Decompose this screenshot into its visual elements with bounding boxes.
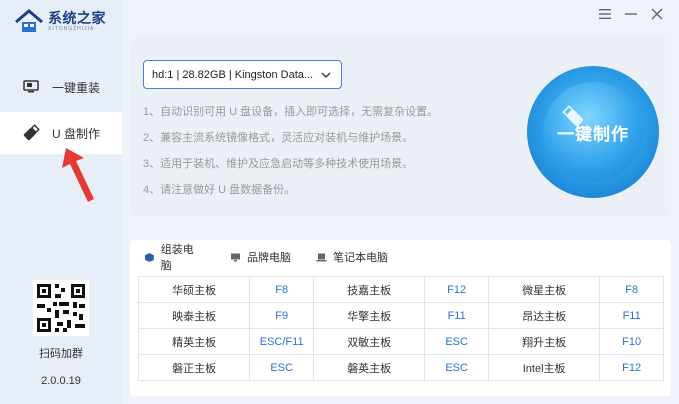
sidebar-item-label: U 盘制作 bbox=[52, 126, 101, 141]
brand-cell: 映泰主板 bbox=[137, 302, 251, 329]
sidebar-item-reinstall[interactable]: 一键重装 bbox=[0, 66, 122, 108]
menu-button[interactable] bbox=[596, 5, 614, 23]
app-version: 2.0.0.19 bbox=[41, 375, 81, 387]
brand-cell: 昂达主板 bbox=[487, 302, 601, 329]
device-select-value: hd:1 | 28.82GB | Kingston Data... bbox=[152, 68, 314, 81]
annotation-arrow-icon bbox=[62, 148, 94, 202]
tip-line: 2、兼容主流系统镜像格式，灵活应对装机与维护场景。 bbox=[143, 132, 414, 144]
brand-cell: 磐英主板 bbox=[313, 354, 426, 381]
minimize-icon bbox=[625, 13, 637, 15]
table-row: 映泰主板 F9 华擎主板 F11 昂达主板 F11 bbox=[137, 302, 664, 329]
minimize-button[interactable] bbox=[622, 5, 640, 23]
brand-cell: 微星主板 bbox=[487, 276, 601, 303]
sidebar-item-label: 一键重装 bbox=[52, 80, 101, 95]
tip-line: 4、请注意做好 U 盘数据备份。 bbox=[143, 184, 296, 196]
one-click-make-face: 一键制作 bbox=[543, 82, 643, 182]
key-cell: ESC bbox=[249, 354, 315, 381]
monitor-icon bbox=[23, 80, 39, 93]
key-cell: F12 bbox=[599, 354, 664, 381]
key-cell: F9 bbox=[249, 302, 315, 329]
table-row: 华硕主板 F8 技嘉主板 F12 微星主板 F8 bbox=[137, 276, 664, 303]
tip-line: 1、自动识别可用 U 盘设备，插入即可选择，无需复杂设置。 bbox=[143, 106, 439, 118]
table-row: 磐正主板 ESC 磐英主板 ESC Intel主板 F12 bbox=[137, 354, 664, 381]
hamburger-menu-icon bbox=[599, 9, 611, 19]
one-click-make-button[interactable]: 一键制作 bbox=[527, 66, 659, 198]
tab-laptop[interactable]: 笔记本电脑 bbox=[306, 244, 398, 270]
usb-device-select[interactable]: hd:1 | 28.82GB | Kingston Data... bbox=[143, 60, 342, 89]
brand-cell: 技嘉主板 bbox=[313, 276, 426, 303]
app-logo: 系统之家 XITONGZHIJIA bbox=[14, 6, 114, 36]
key-cell: F10 bbox=[599, 328, 664, 355]
brand-cell: Intel主板 bbox=[487, 354, 601, 381]
key-cell: F11 bbox=[599, 302, 664, 329]
brand-cell: 华硕主板 bbox=[137, 276, 251, 303]
tab-label: 组装电脑 bbox=[160, 244, 194, 272]
key-cell: F12 bbox=[424, 276, 489, 303]
tab-brand-pc[interactable]: 品牌电脑 bbox=[220, 244, 301, 270]
brand-cell: 双敏主板 bbox=[313, 328, 426, 355]
app-subtitle: XITONGZHIJIA bbox=[48, 25, 95, 32]
key-cell: ESC bbox=[424, 328, 489, 355]
table-row: 精英主板 ESC/F11 双敏主板 ESC 翔升主板 F10 bbox=[137, 328, 664, 355]
key-cell: F8 bbox=[599, 276, 664, 303]
usb-stick-icon bbox=[562, 105, 584, 127]
brand-cell: 华擎主板 bbox=[313, 302, 426, 329]
laptop-icon bbox=[316, 253, 327, 261]
brand-cell: 精英主板 bbox=[137, 328, 251, 355]
sidebar: 系统之家 XITONGZHIJIA 一键重装 U 盘制作 扫码加群 2.0.0.… bbox=[0, 0, 122, 404]
cube-icon bbox=[144, 252, 154, 262]
tab-label: 品牌电脑 bbox=[247, 252, 291, 264]
key-cell: F8 bbox=[249, 276, 315, 303]
app-title: 系统之家 bbox=[48, 9, 106, 26]
tab-label: 笔记本电脑 bbox=[333, 252, 388, 264]
key-cell: F11 bbox=[424, 302, 489, 329]
brand-cell: 磐正主板 bbox=[137, 354, 251, 381]
brand-cell: 翔升主板 bbox=[487, 328, 601, 355]
qr-code-icon bbox=[33, 280, 89, 336]
tab-assembled-pc[interactable]: 组装电脑 bbox=[134, 244, 214, 272]
desktop-icon bbox=[231, 253, 240, 261]
close-button[interactable] bbox=[648, 5, 666, 23]
key-cell: ESC bbox=[424, 354, 489, 381]
qr-label: 扫码加群 bbox=[39, 348, 83, 360]
usb-drive-icon bbox=[23, 124, 40, 141]
chevron-down-icon bbox=[321, 72, 331, 78]
key-cell: ESC/F11 bbox=[249, 328, 315, 355]
tip-line: 3、适用于装机、维护及应急启动等多种技术使用场景。 bbox=[143, 158, 414, 170]
logo-house-icon bbox=[15, 9, 43, 32]
boot-key-table: 华硕主板 F8 技嘉主板 F12 微星主板 F8 映泰主板 F9 华擎主板 F1… bbox=[137, 276, 664, 381]
close-icon bbox=[651, 8, 663, 20]
